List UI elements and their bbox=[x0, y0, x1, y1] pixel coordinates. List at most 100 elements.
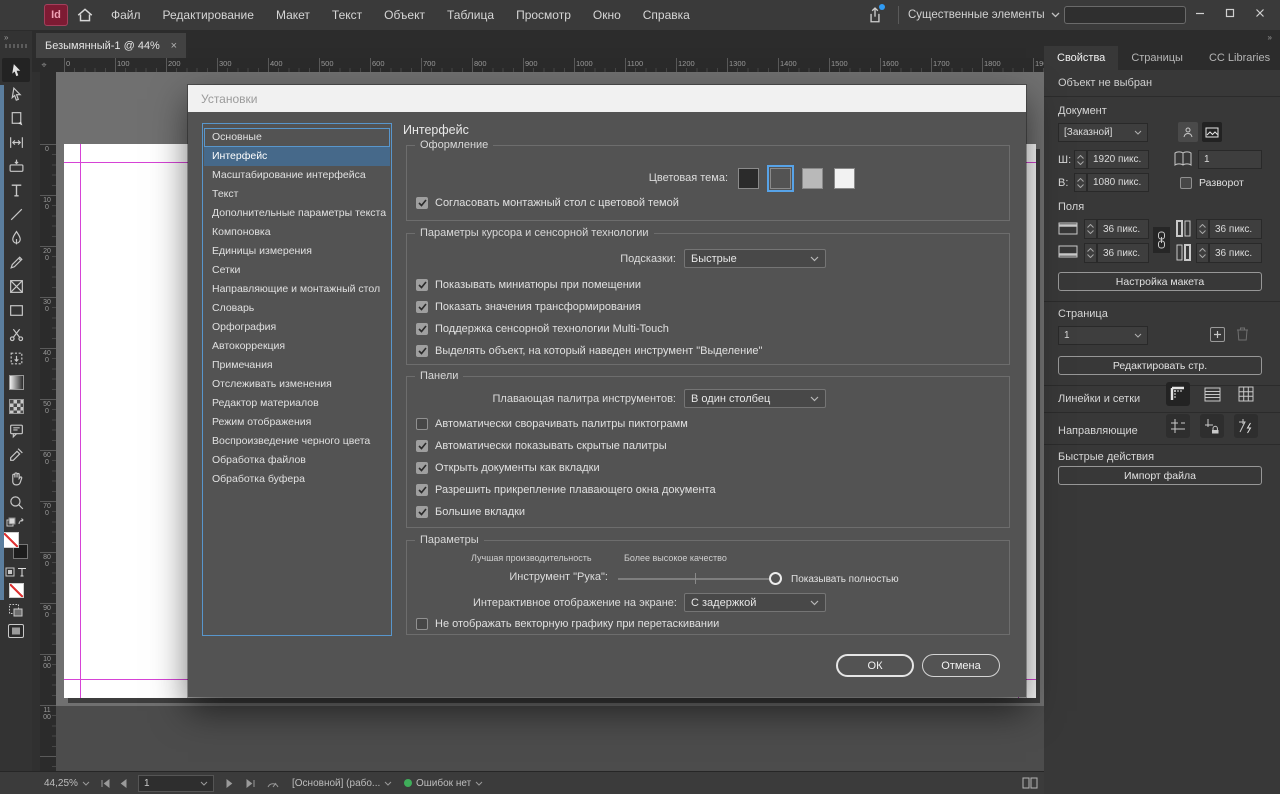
checkbox[interactable] bbox=[416, 301, 428, 313]
spread-view-icon[interactable] bbox=[1022, 772, 1038, 794]
checkbox-row[interactable]: Большие вкладки bbox=[416, 505, 525, 519]
tool-eyedropper[interactable] bbox=[2, 442, 30, 466]
next-page-button[interactable] bbox=[226, 772, 234, 794]
checkbox-row[interactable]: Поддержка сенсорной технологии Multi-Tou… bbox=[416, 322, 669, 336]
apply-none-swatch[interactable] bbox=[2, 580, 30, 600]
checkbox-row[interactable]: Разрешить прикрепление плавающего окна д… bbox=[416, 483, 716, 497]
ruler-origin[interactable]: ⌖ bbox=[32, 58, 56, 72]
document-tab[interactable]: Безымянный-1 @ 44% × bbox=[36, 33, 186, 58]
height-value[interactable]: 1080 пикс. bbox=[1087, 173, 1149, 192]
sidebar-item-3[interactable]: Масштабирование интерфейса bbox=[204, 166, 390, 185]
checkbox-row[interactable]: Согласовать монтажный стол с цветовой те… bbox=[416, 196, 679, 210]
workspace-switcher[interactable]: Существенные элементы bbox=[908, 0, 1060, 30]
tooltips-dropdown[interactable]: Быстрые bbox=[684, 249, 826, 268]
preflight-status[interactable]: Ошибок нет bbox=[404, 772, 483, 794]
height-stepper[interactable] bbox=[1074, 173, 1087, 192]
menu-item-просмотр[interactable]: Просмотр bbox=[505, 0, 582, 30]
toolbar-grip[interactable] bbox=[5, 44, 27, 48]
width-stepper[interactable] bbox=[1074, 150, 1087, 169]
tab-свойства[interactable]: Свойства bbox=[1044, 46, 1118, 70]
color-theme-swatch-3[interactable] bbox=[802, 168, 823, 189]
margin-top-value[interactable]: 36 пикс. bbox=[1097, 219, 1149, 239]
add-page-button[interactable] bbox=[1210, 327, 1225, 342]
maximize-button[interactable] bbox=[1216, 0, 1244, 26]
tool-gradient[interactable] bbox=[2, 370, 30, 394]
tool-frame[interactable] bbox=[2, 274, 30, 298]
document-grid-button[interactable] bbox=[1234, 382, 1258, 406]
vertical-ruler[interactable]: 010020030040050060070080090010001100 bbox=[40, 72, 56, 771]
checkbox-row[interactable]: Показать значения трансформирования bbox=[416, 300, 641, 314]
sidebar-item-10[interactable]: Словарь bbox=[204, 299, 390, 318]
width-value[interactable]: 1920 пикс. bbox=[1087, 150, 1149, 169]
margin-left-stepper[interactable] bbox=[1196, 219, 1209, 239]
indesign-logo-icon[interactable]: Id bbox=[44, 4, 68, 26]
tool-note[interactable] bbox=[2, 418, 30, 442]
search-input[interactable] bbox=[1064, 6, 1186, 24]
menu-item-макет[interactable]: Макет bbox=[265, 0, 321, 30]
last-page-button[interactable] bbox=[245, 772, 256, 794]
menu-item-редактирование[interactable]: Редактирование bbox=[152, 0, 265, 30]
checkbox[interactable] bbox=[416, 462, 428, 474]
menu-item-справка[interactable]: Справка bbox=[632, 0, 701, 30]
sidebar-item-5[interactable]: Дополнительные параметры текста bbox=[204, 204, 390, 223]
facing-pages-checkbox[interactable]: Разворот bbox=[1180, 176, 1244, 190]
checkbox[interactable] bbox=[416, 345, 428, 357]
tool-direct-selection[interactable] bbox=[2, 82, 30, 106]
tool-pencil[interactable] bbox=[2, 250, 30, 274]
checkbox-row[interactable]: Автоматически сворачивать палитры пиктог… bbox=[416, 417, 688, 431]
smart-guides-button[interactable] bbox=[1234, 414, 1258, 438]
fill-swatch-none[interactable] bbox=[3, 532, 19, 548]
master-page-dropdown[interactable]: [Основной] (рабо... bbox=[292, 772, 392, 794]
page-number-field[interactable]: 1 bbox=[138, 775, 214, 792]
dock-collapse-icon[interactable]: » bbox=[1268, 33, 1272, 42]
floating-palette-dropdown[interactable]: В один столбец bbox=[684, 389, 826, 408]
tab-cc-libraries[interactable]: CC Libraries bbox=[1196, 46, 1280, 70]
sidebar-item-7[interactable]: Единицы измерения bbox=[204, 242, 390, 261]
menu-item-окно[interactable]: Окно bbox=[582, 0, 632, 30]
checkbox-row[interactable]: Выделять объект, на который наведен инст… bbox=[416, 344, 762, 358]
checkbox-row[interactable]: Показывать миниатюры при помещении bbox=[416, 278, 641, 292]
menu-item-объект[interactable]: Объект bbox=[373, 0, 436, 30]
checkbox-row[interactable]: Открыть документы как вкладки bbox=[416, 461, 600, 475]
margin-right-value[interactable]: 36 пикс. bbox=[1209, 243, 1262, 263]
zoom-level[interactable]: 44,25% bbox=[44, 772, 90, 794]
import-file-button[interactable]: Импорт файла bbox=[1058, 466, 1262, 485]
adjust-layout-button[interactable]: Настройка макета bbox=[1058, 272, 1262, 291]
margin-right-stepper[interactable] bbox=[1196, 243, 1209, 263]
sidebar-item-8[interactable]: Сетки bbox=[204, 261, 390, 280]
edit-page-button[interactable]: Редактировать стр. bbox=[1058, 356, 1262, 375]
sidebar-item-1[interactable]: Основные bbox=[204, 128, 390, 147]
color-theme-swatch-2[interactable] bbox=[770, 168, 791, 189]
sidebar-item-16[interactable]: Режим отображения bbox=[204, 413, 390, 432]
dialog-title-bar[interactable]: Установки bbox=[188, 85, 1026, 112]
tool-gradient-feather[interactable] bbox=[2, 394, 30, 418]
sidebar-item-18[interactable]: Обработка файлов bbox=[204, 451, 390, 470]
tool-zoom[interactable] bbox=[2, 490, 30, 514]
color-theme-swatch-4[interactable] bbox=[834, 168, 855, 189]
sidebar-item-2[interactable]: Интерфейс bbox=[204, 147, 390, 166]
sidebar-item-9[interactable]: Направляющие и монтажный стол bbox=[204, 280, 390, 299]
close-window-button[interactable] bbox=[1246, 0, 1274, 26]
checkbox[interactable] bbox=[416, 618, 428, 630]
tool-type[interactable] bbox=[2, 178, 30, 202]
margin-bottom-value[interactable]: 36 пикс. bbox=[1097, 243, 1149, 263]
margin-bottom-stepper[interactable] bbox=[1084, 243, 1097, 263]
ok-button[interactable]: ОК bbox=[836, 654, 914, 677]
first-page-button[interactable] bbox=[100, 772, 111, 794]
prev-page-button[interactable] bbox=[119, 772, 127, 794]
sidebar-item-19[interactable]: Обработка буфера bbox=[204, 470, 390, 489]
tool-hand[interactable] bbox=[2, 466, 30, 490]
delete-page-icon[interactable] bbox=[1236, 326, 1249, 342]
margin-left-value[interactable]: 36 пикс. bbox=[1209, 219, 1262, 239]
screen-mode-button[interactable] bbox=[2, 620, 30, 642]
show-guides-button[interactable] bbox=[1166, 414, 1190, 438]
link-margins-icon[interactable] bbox=[1153, 227, 1170, 253]
swap-fill-stroke-icon[interactable] bbox=[2, 514, 30, 528]
tool-selection[interactable] bbox=[2, 58, 30, 82]
checkbox[interactable] bbox=[1180, 177, 1192, 189]
horizontal-ruler[interactable]: 0100200300400500600700800900100011001200… bbox=[56, 58, 1044, 72]
menu-item-таблица[interactable]: Таблица bbox=[436, 0, 505, 30]
sidebar-item-14[interactable]: Отслеживать изменения bbox=[204, 375, 390, 394]
sidebar-item-15[interactable]: Редактор материалов bbox=[204, 394, 390, 413]
cancel-button[interactable]: Отмена bbox=[922, 654, 1000, 677]
